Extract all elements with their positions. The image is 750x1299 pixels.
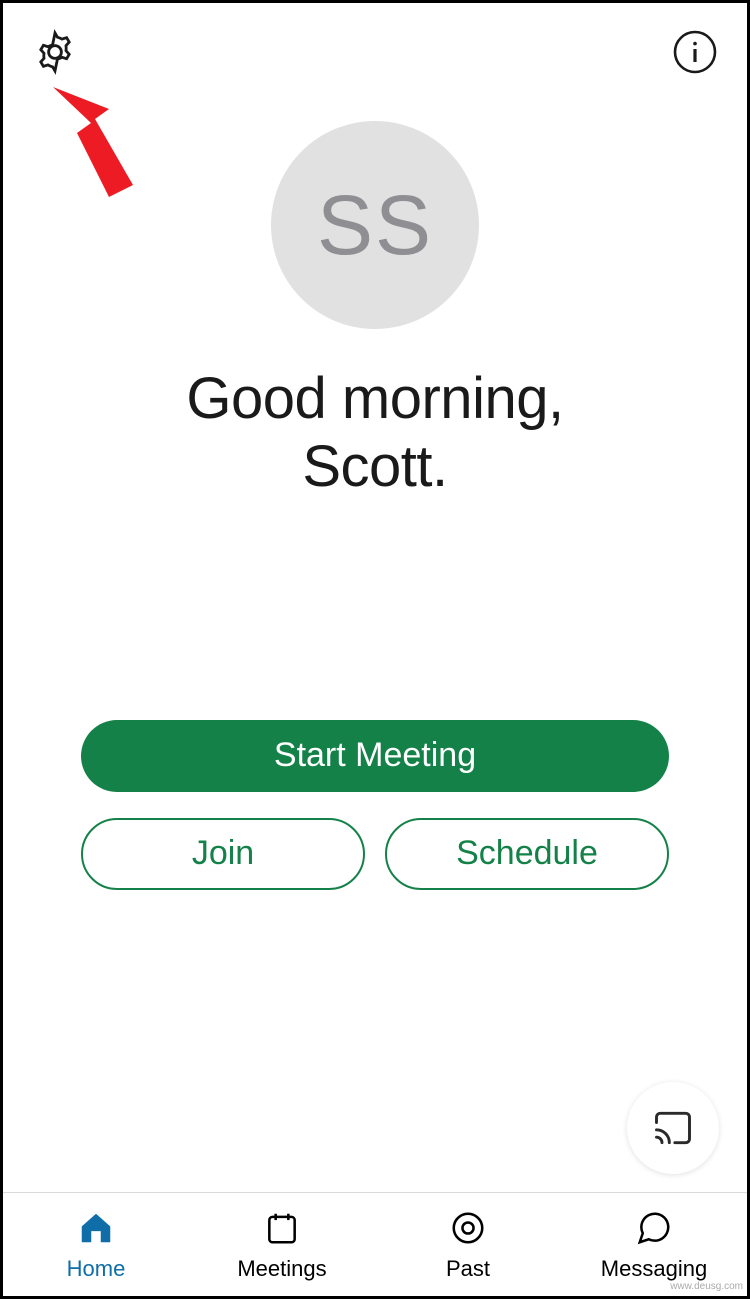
cast-icon [651,1106,695,1150]
tab-past[interactable]: Past [375,1193,561,1296]
tab-home[interactable]: Home [3,1193,189,1296]
schedule-button[interactable]: Schedule [385,818,669,890]
greeting-line2: Scott. [302,434,447,499]
tab-messaging[interactable]: Messaging [561,1193,747,1296]
user-avatar[interactable]: SS [271,121,479,329]
join-button[interactable]: Join [81,818,365,890]
schedule-label: Schedule [456,834,598,873]
start-meeting-button[interactable]: Start Meeting [81,720,669,792]
cast-button[interactable] [627,1082,719,1174]
start-meeting-label: Start Meeting [274,736,476,775]
join-label: Join [192,834,254,873]
avatar-initials: SS [317,177,433,274]
tab-meetings-label: Meetings [237,1256,326,1282]
info-button[interactable] [669,26,721,78]
tab-messaging-label: Messaging [601,1256,707,1282]
record-icon [445,1208,491,1248]
tab-bar: Home Meetings Past [3,1192,747,1296]
calendar-icon [259,1208,305,1248]
app-frame: SS Good morning, Scott. Start Meeting Jo… [0,0,750,1299]
tab-past-label: Past [446,1256,490,1282]
action-buttons: Start Meeting Join Schedule [3,720,747,890]
greeting-line1: Good morning, [186,366,563,431]
greeting-text: Good morning, Scott. [186,365,563,502]
header-bar [3,3,747,83]
settings-button[interactable] [29,26,81,78]
home-icon [73,1208,119,1248]
tab-home-label: Home [67,1256,126,1282]
main-content: SS Good morning, Scott. Start Meeting Jo… [3,83,747,1192]
tab-meetings[interactable]: Meetings [189,1193,375,1296]
secondary-button-row: Join Schedule [81,818,669,890]
chat-icon [631,1208,677,1248]
info-icon [671,28,719,76]
gear-icon [31,28,79,76]
